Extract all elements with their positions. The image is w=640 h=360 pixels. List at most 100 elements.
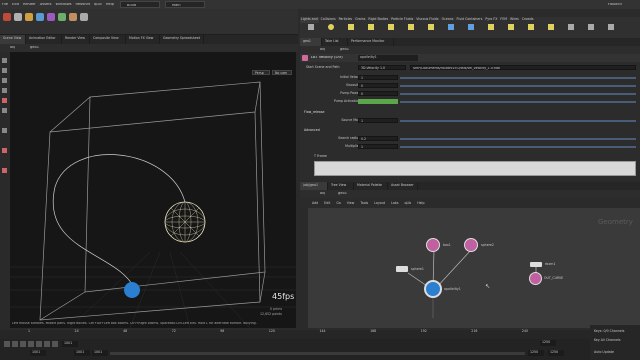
camera-menu[interactable]: No cam — [272, 70, 292, 75]
path-node[interactable]: geo1 — [30, 46, 39, 50]
shelf-vr-camera-button[interactable]: VR Camera — [582, 24, 600, 46]
record-icon[interactable] — [2, 168, 7, 173]
shelf-tab-wires[interactable]: Wires — [509, 17, 520, 23]
viscosity-slider[interactable] — [400, 85, 636, 87]
shelf-portal-light-button[interactable]: Portal Light — [522, 24, 540, 46]
shelf-tab-rigid-bodies[interactable]: Rigid Bodies — [367, 17, 389, 23]
texture-icon[interactable] — [58, 13, 66, 21]
param-path-obj[interactable]: obj — [320, 48, 325, 52]
pump-activation-ramp[interactable] — [358, 99, 398, 104]
menu-assets[interactable]: Assets — [40, 3, 52, 7]
net-menu-qlib[interactable]: qLib — [404, 201, 411, 205]
shelf-tab-lights[interactable]: Lights and — [300, 17, 319, 23]
net-menu-go[interactable]: Go — [336, 201, 340, 205]
node-box1[interactable] — [426, 238, 440, 252]
range-end-field[interactable]: 1250 — [528, 350, 544, 356]
shelf-env-light-button[interactable]: Environment Light — [442, 24, 471, 46]
asset-version-field[interactable]: 3D-Velocity 1.0 — [358, 65, 406, 70]
param-path-node[interactable]: geo1 — [340, 48, 349, 52]
search-radius-slider[interactable] — [400, 138, 636, 140]
pump-power-slider[interactable] — [400, 93, 636, 95]
deform-icon[interactable] — [47, 13, 55, 21]
net-menu-help[interactable]: Help — [417, 201, 424, 205]
node-sphere2[interactable] — [464, 238, 478, 252]
menu-qlib[interactable]: qLib — [94, 3, 102, 7]
net-menu-labs[interactable]: Labs — [391, 201, 398, 205]
shelf-sky-light-button[interactable]: Sky Light — [462, 24, 479, 46]
jump-end-icon[interactable] — [52, 341, 58, 347]
scene-selector[interactable]: Main — [165, 1, 205, 8]
tab-tree-view[interactable]: Tree View — [328, 182, 354, 190]
menu-windows[interactable]: Windows — [55, 3, 71, 7]
auto-update[interactable]: Auto Update — [594, 350, 614, 354]
tframe-ramp[interactable] — [314, 161, 636, 176]
pose-tool-icon[interactable] — [2, 108, 7, 113]
stop-icon[interactable] — [28, 341, 34, 347]
tab-composite-view[interactable]: Composite View — [90, 35, 126, 44]
node-opavelity1[interactable] — [424, 280, 442, 298]
tab-performance-monitor[interactable]: Performance Monitor — [348, 38, 394, 46]
tab-geometry-spreadsheet[interactable]: Geometry Spreadsheet — [160, 35, 204, 44]
shelf-gi-light-button[interactable]: GI Light — [482, 24, 499, 46]
asset-path-field[interactable]: $HIP/Documents/houdini19.0/otls/vel_velo… — [410, 65, 636, 70]
shelf-tab-particle-fluids[interactable]: Particle Fluids — [390, 17, 414, 23]
rigging-icon[interactable] — [69, 13, 77, 21]
shelf-tab-fluid-containers[interactable]: Fluid Containers — [455, 17, 483, 23]
shelf-tab-oceans[interactable]: Oceans — [441, 17, 455, 23]
shelf-tab-collisions[interactable]: Collisions — [320, 17, 337, 23]
pump-activation-slider[interactable] — [400, 101, 636, 103]
range-start2-field[interactable]: 1001 — [92, 350, 108, 356]
viscosity-field[interactable]: 0 — [358, 83, 398, 88]
snap-icon[interactable] — [2, 148, 7, 153]
shelf-tab-viscous-fluids[interactable]: Viscous Fluids — [415, 17, 439, 23]
net-menu-layout[interactable]: Layout — [374, 201, 385, 205]
tab-render-view[interactable]: Render View — [62, 35, 90, 44]
shelf-caustic-light-button[interactable]: Caustic Light — [502, 24, 523, 46]
multiplier-slider[interactable] — [400, 146, 636, 148]
play-reverse-icon[interactable] — [20, 341, 26, 347]
handle-tool-icon[interactable] — [2, 98, 7, 103]
path-obj[interactable]: obj — [10, 46, 15, 50]
shelf-switcher-button[interactable]: Switcher — [602, 24, 619, 46]
node-sphere1[interactable] — [396, 266, 408, 272]
net-path-obj[interactable]: obj — [320, 192, 325, 196]
persp-menu[interactable]: Persp — [252, 70, 270, 75]
node-name-field[interactable]: opaVelity1 — [358, 55, 418, 61]
end-frame-field[interactable]: 1250 — [548, 350, 564, 356]
tab-network[interactable]: /obj/geo1 — [300, 182, 328, 190]
shelf-stereo-camera-button[interactable]: Stereo Camera — [562, 24, 586, 46]
select-tool-icon[interactable] — [2, 58, 7, 63]
network-editor[interactable]: Geometry box1 sphere2 sphere1 opaVelity1… — [308, 208, 640, 328]
tab-asset-browser[interactable]: Asset Browser — [388, 182, 418, 190]
tab-material-palette[interactable]: Material Palette — [354, 182, 388, 190]
shelf-tab-grains[interactable]: Grains — [354, 17, 366, 23]
view-tool-icon[interactable] — [2, 128, 7, 133]
range-slider[interactable] — [110, 352, 525, 355]
net-menu-tools[interactable]: Tools — [360, 201, 368, 205]
source-map-slider[interactable] — [400, 120, 636, 122]
shelf-spot-light-button[interactable]: Spot Light — [342, 24, 359, 46]
end-frame-top-field[interactable]: 1250 — [540, 340, 556, 346]
polygon-icon[interactable] — [36, 13, 44, 21]
tab-scene-view[interactable]: Scene View — [0, 35, 26, 44]
shelf-ambient-light-button[interactable]: Ambient Light — [542, 24, 564, 46]
shelf-distant-light-button[interactable]: Distant Light — [422, 24, 442, 46]
shelf-geometry-light-button[interactable]: Geometry Light — [382, 24, 407, 46]
initial-velocity-field[interactable]: 1 — [358, 75, 398, 80]
tab-take-list[interactable]: Take List — [322, 38, 348, 46]
jump-start-icon[interactable] — [4, 341, 10, 347]
create-icon[interactable] — [3, 13, 11, 21]
tab-geo1[interactable]: geo1 — [300, 38, 322, 46]
section-flow-release[interactable]: Flow_release — [304, 110, 325, 114]
shelf-point-light-button[interactable]: Point Light — [322, 24, 339, 46]
search-radius-field[interactable]: 0.2 — [358, 136, 398, 141]
multiplier-field[interactable]: 1 — [358, 144, 398, 149]
step-forward-icon[interactable] — [44, 341, 50, 347]
start-frame-field[interactable]: 1001 — [30, 350, 46, 356]
menu-edit[interactable]: Edit — [12, 3, 19, 7]
shelf-camera-button[interactable]: Camera — [302, 24, 319, 46]
tab-motion-fx-view[interactable]: Motion FX View — [126, 35, 160, 44]
shelf-tab-particles[interactable]: Particles — [338, 17, 353, 23]
modify-icon[interactable] — [14, 13, 22, 21]
rotate-tool-icon[interactable] — [2, 78, 7, 83]
